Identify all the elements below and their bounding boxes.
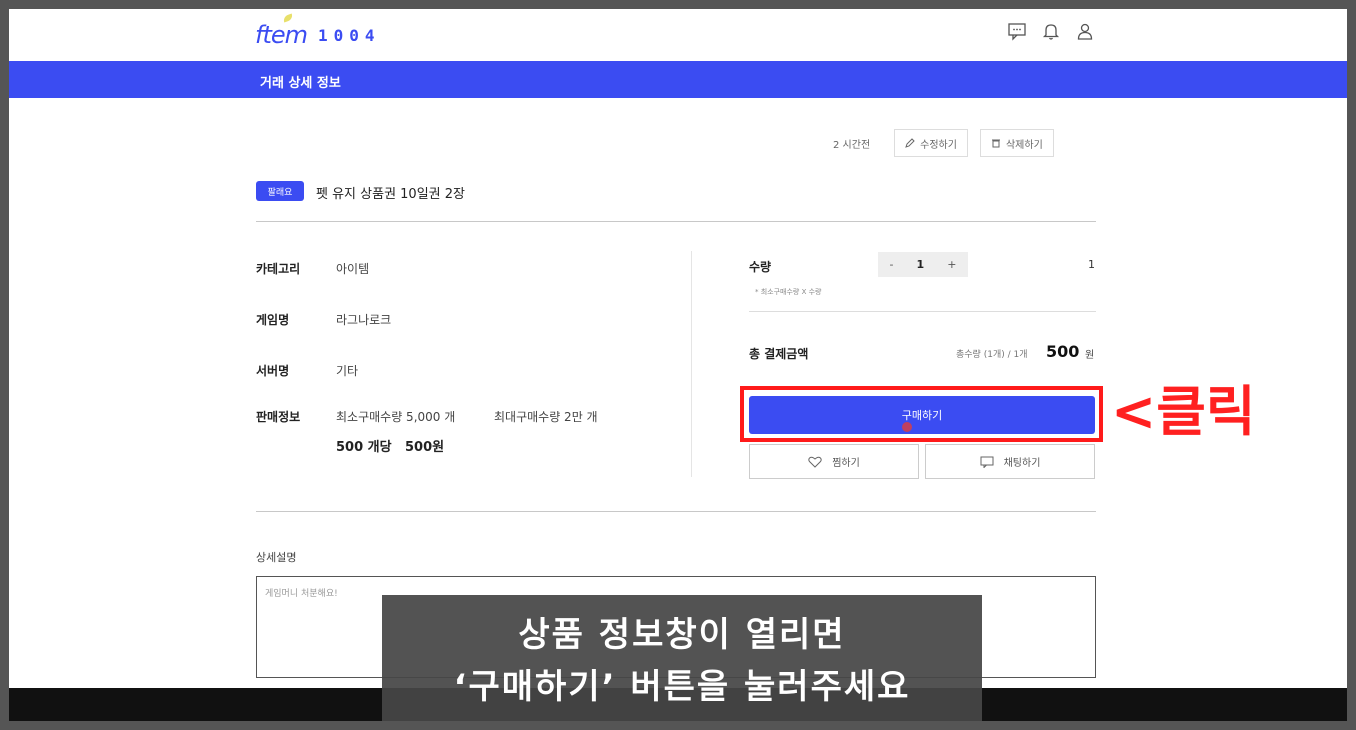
divider xyxy=(256,511,1096,512)
column-divider xyxy=(691,251,692,477)
currency-unit: 원 xyxy=(1085,350,1095,361)
description-text: 게임머니 처분해요! xyxy=(265,589,338,599)
top-nav: ftem 1004 xyxy=(9,9,1347,61)
cursor-icon xyxy=(902,422,912,432)
post-meta: 2 시간전 수정하기 삭제하기 xyxy=(833,129,1054,157)
quantity-stepper[interactable]: - 1 + xyxy=(878,252,968,277)
quantity-note: * 최소구매수량 X 수량 xyxy=(755,288,822,296)
chat-label: 채팅하기 xyxy=(1003,458,1041,469)
highlight-box xyxy=(740,386,1103,442)
chat-bubble-icon xyxy=(980,456,994,468)
edit-label: 수정하기 xyxy=(920,139,957,151)
page-title: 거래 상세 정보 xyxy=(260,76,341,91)
subtitle-caption: 상품 정보창이 열리면 ‘구매하기’ 버튼을 눌러주세요 xyxy=(382,595,982,721)
divider xyxy=(256,221,1096,222)
chat-button[interactable]: 채팅하기 xyxy=(925,444,1095,479)
category-label: 카테고리 xyxy=(256,262,301,276)
caption-line-1: 상품 정보창이 열리면 xyxy=(518,615,846,655)
click-annotation: <클릭 xyxy=(1111,380,1256,443)
total-quantity: 총수량 (1개) / 1개 xyxy=(956,350,1028,360)
per-unit: 500 개당 xyxy=(336,440,392,455)
bell-icon[interactable] xyxy=(1041,21,1061,41)
min-qty: 최소구매수량 5,000 개 xyxy=(336,410,456,424)
edit-button[interactable]: 수정하기 xyxy=(894,129,968,157)
description-label: 상세설명 xyxy=(256,551,297,564)
logo-number[interactable]: 1004 xyxy=(318,26,381,45)
decrement-button[interactable]: - xyxy=(890,258,894,271)
game-value: 라그나로크 xyxy=(336,313,392,327)
product-title: 펫 유지 상품권 10일권 2장 xyxy=(316,187,465,202)
unit-price: 500원 xyxy=(405,440,445,455)
chat-icon[interactable] xyxy=(1007,21,1027,41)
server-label: 서버명 xyxy=(256,364,290,378)
trash-icon xyxy=(991,139,1000,148)
game-label: 게임명 xyxy=(256,313,290,327)
user-icon[interactable] xyxy=(1075,21,1095,41)
quantity-value[interactable]: 1 xyxy=(917,258,925,271)
increment-button[interactable]: + xyxy=(947,258,956,271)
page-banner: 거래 상세 정보 xyxy=(9,61,1347,98)
caption-line-2: ‘구매하기’ 버튼을 눌러주세요 xyxy=(453,667,911,707)
header-icons xyxy=(1007,21,1095,41)
heart-icon xyxy=(808,456,822,468)
pencil-icon xyxy=(905,138,915,148)
logo-script[interactable]: ftem xyxy=(255,21,308,49)
total-amount: 500 xyxy=(1046,342,1080,361)
category-value: 아이템 xyxy=(336,262,370,276)
wishlist-label: 찜하기 xyxy=(832,458,860,469)
delete-button[interactable]: 삭제하기 xyxy=(979,129,1054,157)
quantity-display: 1 xyxy=(1088,258,1095,271)
max-qty: 최대구매수량 2만 개 xyxy=(494,410,598,424)
total-label: 총 결제금액 xyxy=(749,347,809,361)
delete-label: 삭제하기 xyxy=(1005,139,1043,151)
divider xyxy=(749,311,1096,312)
sale-type-badge: 팔래요 xyxy=(256,181,304,201)
time-ago: 2 시간전 xyxy=(833,139,871,151)
wishlist-button[interactable]: 찜하기 xyxy=(749,444,919,479)
server-value: 기타 xyxy=(336,364,359,378)
video-frame: ftem 1004 거래 상세 정보 2 시간전 수정하기 삭제하기 팔래요 펫… xyxy=(9,9,1347,721)
quantity-label: 수량 xyxy=(749,260,772,274)
sale-info-label: 판매정보 xyxy=(256,410,301,424)
